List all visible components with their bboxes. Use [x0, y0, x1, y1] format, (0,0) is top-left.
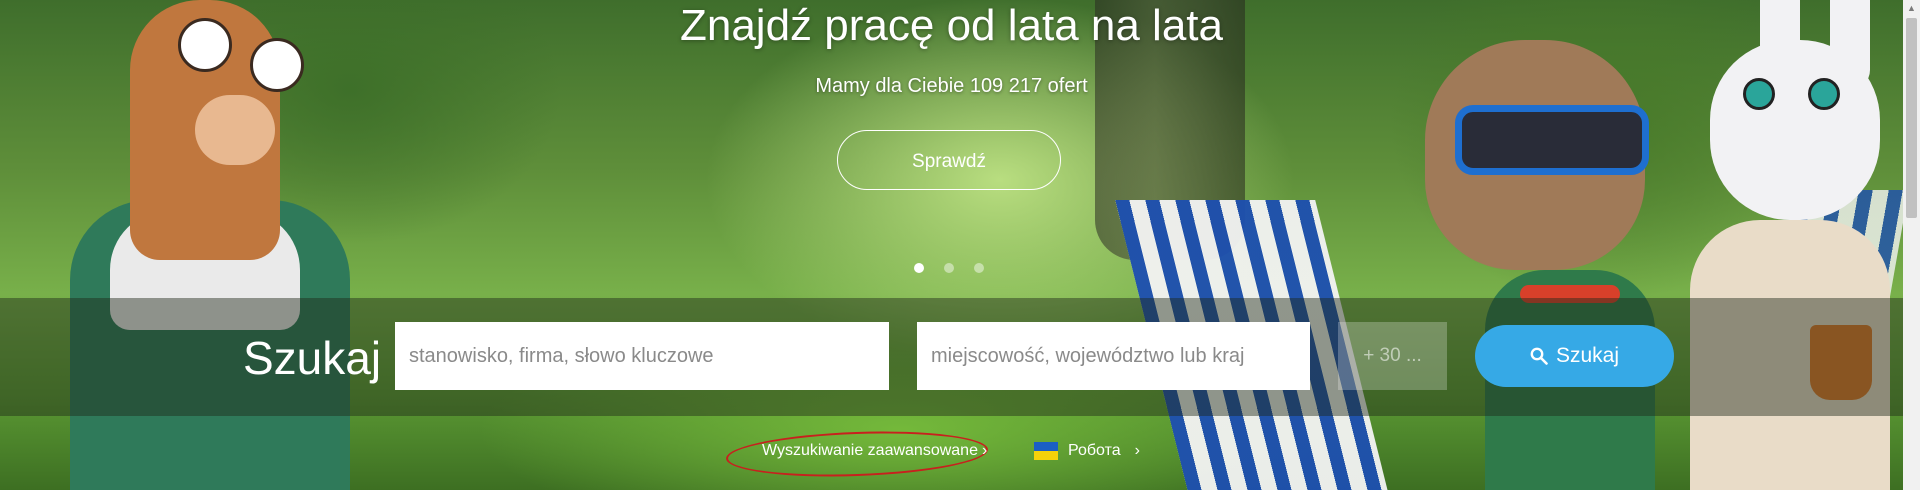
check-offers-button[interactable]: Sprawdź: [837, 130, 1061, 190]
scrollbar-thumb[interactable]: [1906, 18, 1917, 218]
ukraine-flag-icon: [1034, 442, 1058, 460]
offers-count-text: Mamy dla Ciebie 109 217 ofert: [815, 75, 1088, 97]
location-search-input[interactable]: [917, 322, 1310, 390]
llama-character-snout: [195, 95, 275, 165]
chevron-right-icon: ›: [981, 442, 988, 459]
radius-select[interactable]: + 30 ...: [1338, 322, 1447, 390]
search-button-label: Szukaj: [1555, 344, 1620, 367]
ukraine-jobs-label: Робота: [1068, 442, 1121, 459]
advanced-search-label: Wyszukiwanie zaawansowane: [762, 442, 978, 459]
carousel-dot-2[interactable]: [944, 263, 954, 273]
scroll-up-arrow-icon[interactable]: ▲: [1903, 0, 1920, 16]
keyword-search-input[interactable]: [395, 322, 889, 390]
carousel-dot-1[interactable]: [914, 263, 924, 273]
carousel-pagination: [914, 263, 994, 273]
dog-character-sunglasses: [1455, 105, 1649, 175]
chevron-right-icon: ›: [1134, 442, 1140, 459]
hero-headline: Znajdź pracę od lata na lata: [679, 1, 1224, 50]
carousel-dot-3[interactable]: [974, 263, 984, 273]
hero-banner: Znajdź pracę od lata na lata Mamy dla Ci…: [0, 0, 1903, 490]
search-icon: [1530, 347, 1548, 365]
advanced-search-link[interactable]: Wyszukiwanie zaawansowane ›: [762, 442, 987, 460]
search-label: Szukaj: [243, 332, 382, 384]
rabbit-character-head: [1710, 40, 1880, 220]
search-button[interactable]: Szukaj: [1475, 325, 1674, 387]
ukraine-jobs-link[interactable]: Робота ›: [1034, 442, 1140, 460]
